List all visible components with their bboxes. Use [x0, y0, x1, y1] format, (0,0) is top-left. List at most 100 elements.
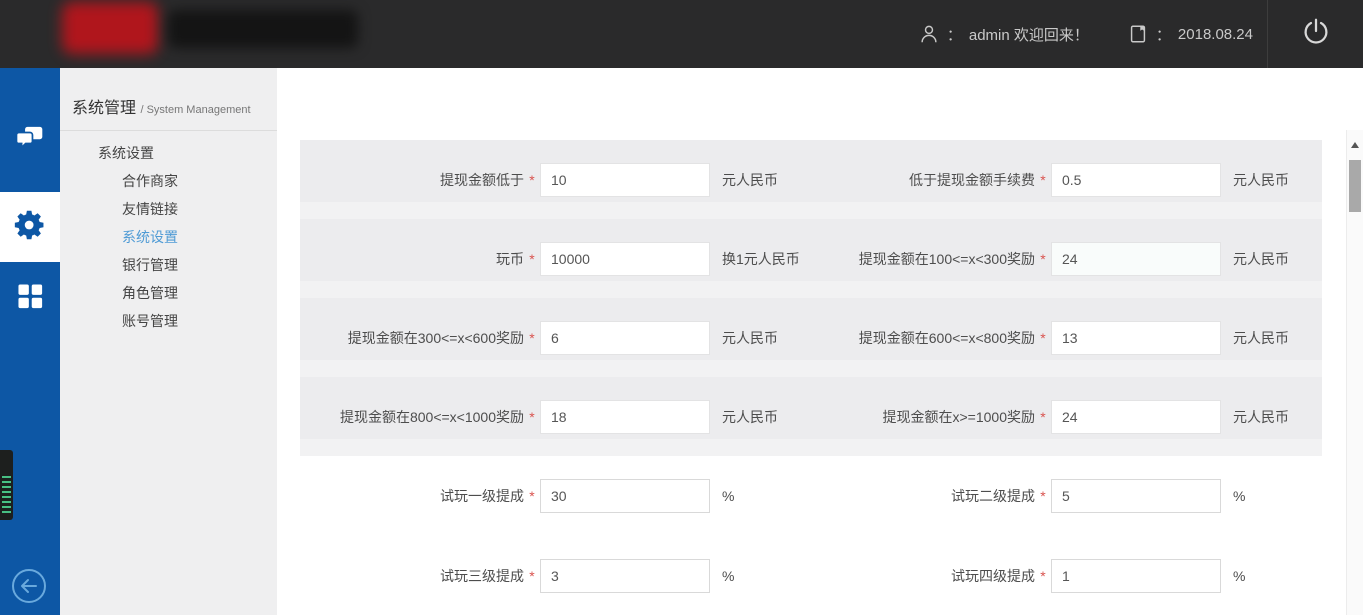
- topbar-status: ： admin 欢迎回来！ ： 2018.08.24: [918, 0, 1253, 68]
- field-label: 试玩四级提成: [811, 566, 1035, 586]
- trial-level4-input[interactable]: [1051, 559, 1221, 593]
- logo-text-redacted: [168, 10, 358, 48]
- field-suffix: 元人民币: [722, 407, 778, 427]
- sidebar-item-partners[interactable]: 合作商家: [60, 167, 277, 195]
- sidebar-item-system-settings-group[interactable]: 系统设置: [60, 139, 277, 167]
- field-label: 提现金额在300<=x<600奖励: [300, 328, 524, 348]
- field-suffix: %: [722, 568, 734, 584]
- withdraw-min-input[interactable]: [540, 163, 710, 197]
- field-trial-level4: 试玩四级提成 * %: [811, 536, 1322, 615]
- sidebar-header: 系统管理 / System Management: [60, 68, 277, 131]
- required-marker: *: [1035, 251, 1051, 267]
- required-marker: *: [524, 172, 540, 188]
- field-reward-300-600: 提现金额在300<=x<600奖励 * 元人民币: [300, 298, 811, 377]
- required-marker: *: [524, 568, 540, 584]
- sidebar-item-account-management[interactable]: 账号管理: [60, 307, 277, 335]
- user-status: ： admin 欢迎回来！: [918, 22, 1089, 46]
- required-marker: *: [1035, 330, 1051, 346]
- chat-bubbles-icon: [14, 122, 46, 159]
- field-suffix: 元人民币: [722, 170, 778, 190]
- required-marker: *: [1035, 409, 1051, 425]
- form-row: 提现金额在300<=x<600奖励 * 元人民币 提现金额在600<=x<800…: [300, 298, 1322, 377]
- logo-redacted: [62, 2, 158, 54]
- field-label: 低于提现金额手续费: [811, 170, 1035, 190]
- sidebar-item-bank-management[interactable]: 银行管理: [60, 251, 277, 279]
- widget-stripes: [2, 476, 11, 514]
- date-status: ： 2018.08.24: [1127, 22, 1253, 46]
- power-icon: [1301, 17, 1331, 52]
- field-suffix: %: [1233, 488, 1245, 504]
- scrollbar[interactable]: [1346, 130, 1363, 615]
- form-row: 提现金额低于 * 元人民币 低于提现金额手续费 * 元人民币: [300, 140, 1322, 219]
- sidebar-item-system-settings[interactable]: 系统设置: [60, 223, 277, 251]
- required-marker: *: [524, 330, 540, 346]
- user-separator: ：: [947, 24, 962, 45]
- form-row: 提现金额在800<=x<1000奖励 * 元人民币 提现金额在x>=1000奖励…: [300, 377, 1322, 456]
- field-suffix: %: [722, 488, 734, 504]
- sidebar-item-friend-links[interactable]: 友情链接: [60, 195, 277, 223]
- trial-level1-input[interactable]: [540, 479, 710, 513]
- back-arrow-icon: [8, 594, 50, 611]
- minimized-widget[interactable]: [0, 450, 13, 520]
- withdraw-fee-input[interactable]: [1051, 163, 1221, 197]
- scrollbar-thumb[interactable]: [1349, 160, 1361, 212]
- sidebar-item-role-management[interactable]: 角色管理: [60, 279, 277, 307]
- field-label: 提现金额在600<=x<800奖励: [811, 328, 1035, 348]
- field-reward-1000-plus: 提现金额在x>=1000奖励 * 元人民币: [811, 377, 1322, 456]
- field-label: 提现金额低于: [300, 170, 524, 190]
- form-row: 试玩一级提成 * % 试玩二级提成 * %: [300, 456, 1322, 536]
- rail-item-messages[interactable]: [0, 110, 60, 170]
- field-label: 试玩一级提成: [300, 486, 524, 506]
- field-label: 试玩三级提成: [300, 566, 524, 586]
- rail-item-apps[interactable]: [0, 268, 60, 328]
- reward-800-1000-input[interactable]: [540, 400, 710, 434]
- field-suffix: 换1元人民币: [722, 249, 800, 269]
- reward-1000-plus-input[interactable]: [1051, 400, 1221, 434]
- field-trial-level1: 试玩一级提成 * %: [300, 456, 811, 536]
- rail-item-settings[interactable]: [0, 192, 60, 262]
- username-text: admin 欢迎回来！: [969, 24, 1089, 45]
- main-content: 提现金额低于 * 元人民币 低于提现金额手续费 * 元人民币 玩币 * 换1元人…: [277, 68, 1363, 615]
- reward-100-300-input[interactable]: [1051, 242, 1221, 276]
- required-marker: *: [1035, 172, 1051, 188]
- trial-level3-input[interactable]: [540, 559, 710, 593]
- settings-panel: 提现金额低于 * 元人民币 低于提现金额手续费 * 元人民币 玩币 * 换1元人…: [300, 140, 1322, 456]
- reward-600-800-input[interactable]: [1051, 321, 1221, 355]
- field-suffix: 元人民币: [1233, 249, 1289, 269]
- required-marker: *: [524, 409, 540, 425]
- field-suffix: 元人民币: [722, 328, 778, 348]
- field-withdraw-fee: 低于提现金额手续费 * 元人民币: [811, 140, 1322, 219]
- field-suffix: %: [1233, 568, 1245, 584]
- back-button[interactable]: [8, 565, 50, 607]
- required-marker: *: [524, 488, 540, 504]
- field-label: 试玩二级提成: [811, 486, 1035, 506]
- up-arrow-icon: [1351, 142, 1359, 148]
- field-suffix: 元人民币: [1233, 407, 1289, 427]
- date-separator: ：: [1156, 24, 1171, 45]
- trial-level2-input[interactable]: [1051, 479, 1221, 513]
- form-row: 试玩三级提成 * % 试玩四级提成 * %: [300, 536, 1322, 615]
- field-trial-level2: 试玩二级提成 * %: [811, 456, 1322, 536]
- required-marker: *: [524, 251, 540, 267]
- field-suffix: 元人民币: [1233, 170, 1289, 190]
- field-reward-800-1000: 提现金额在800<=x<1000奖励 * 元人民币: [300, 377, 811, 456]
- calendar-icon: [1127, 22, 1149, 46]
- field-coin-rate: 玩币 * 换1元人民币: [300, 219, 811, 298]
- scroll-up-button[interactable]: [1347, 138, 1363, 152]
- field-label: 提现金额在800<=x<1000奖励: [300, 407, 524, 427]
- field-label: 提现金额在100<=x<300奖励: [811, 249, 1035, 269]
- grid-icon: [15, 281, 45, 316]
- icon-rail: [0, 68, 60, 615]
- page-title: 系统管理: [72, 100, 136, 117]
- coin-rate-input[interactable]: [540, 242, 710, 276]
- power-button[interactable]: [1268, 0, 1363, 68]
- reward-300-600-input[interactable]: [540, 321, 710, 355]
- field-label: 玩币: [300, 249, 524, 269]
- page-subtitle: / System Management: [140, 104, 250, 116]
- field-trial-level3: 试玩三级提成 * %: [300, 536, 811, 615]
- date-text: 2018.08.24: [1178, 26, 1253, 43]
- top-bar: ： admin 欢迎回来！ ： 2018.08.24: [0, 0, 1363, 68]
- required-marker: *: [1035, 488, 1051, 504]
- sidebar-menu: 系统设置 合作商家 友情链接 系统设置 银行管理 角色管理 账号管理: [60, 131, 277, 335]
- field-label: 提现金额在x>=1000奖励: [811, 407, 1035, 427]
